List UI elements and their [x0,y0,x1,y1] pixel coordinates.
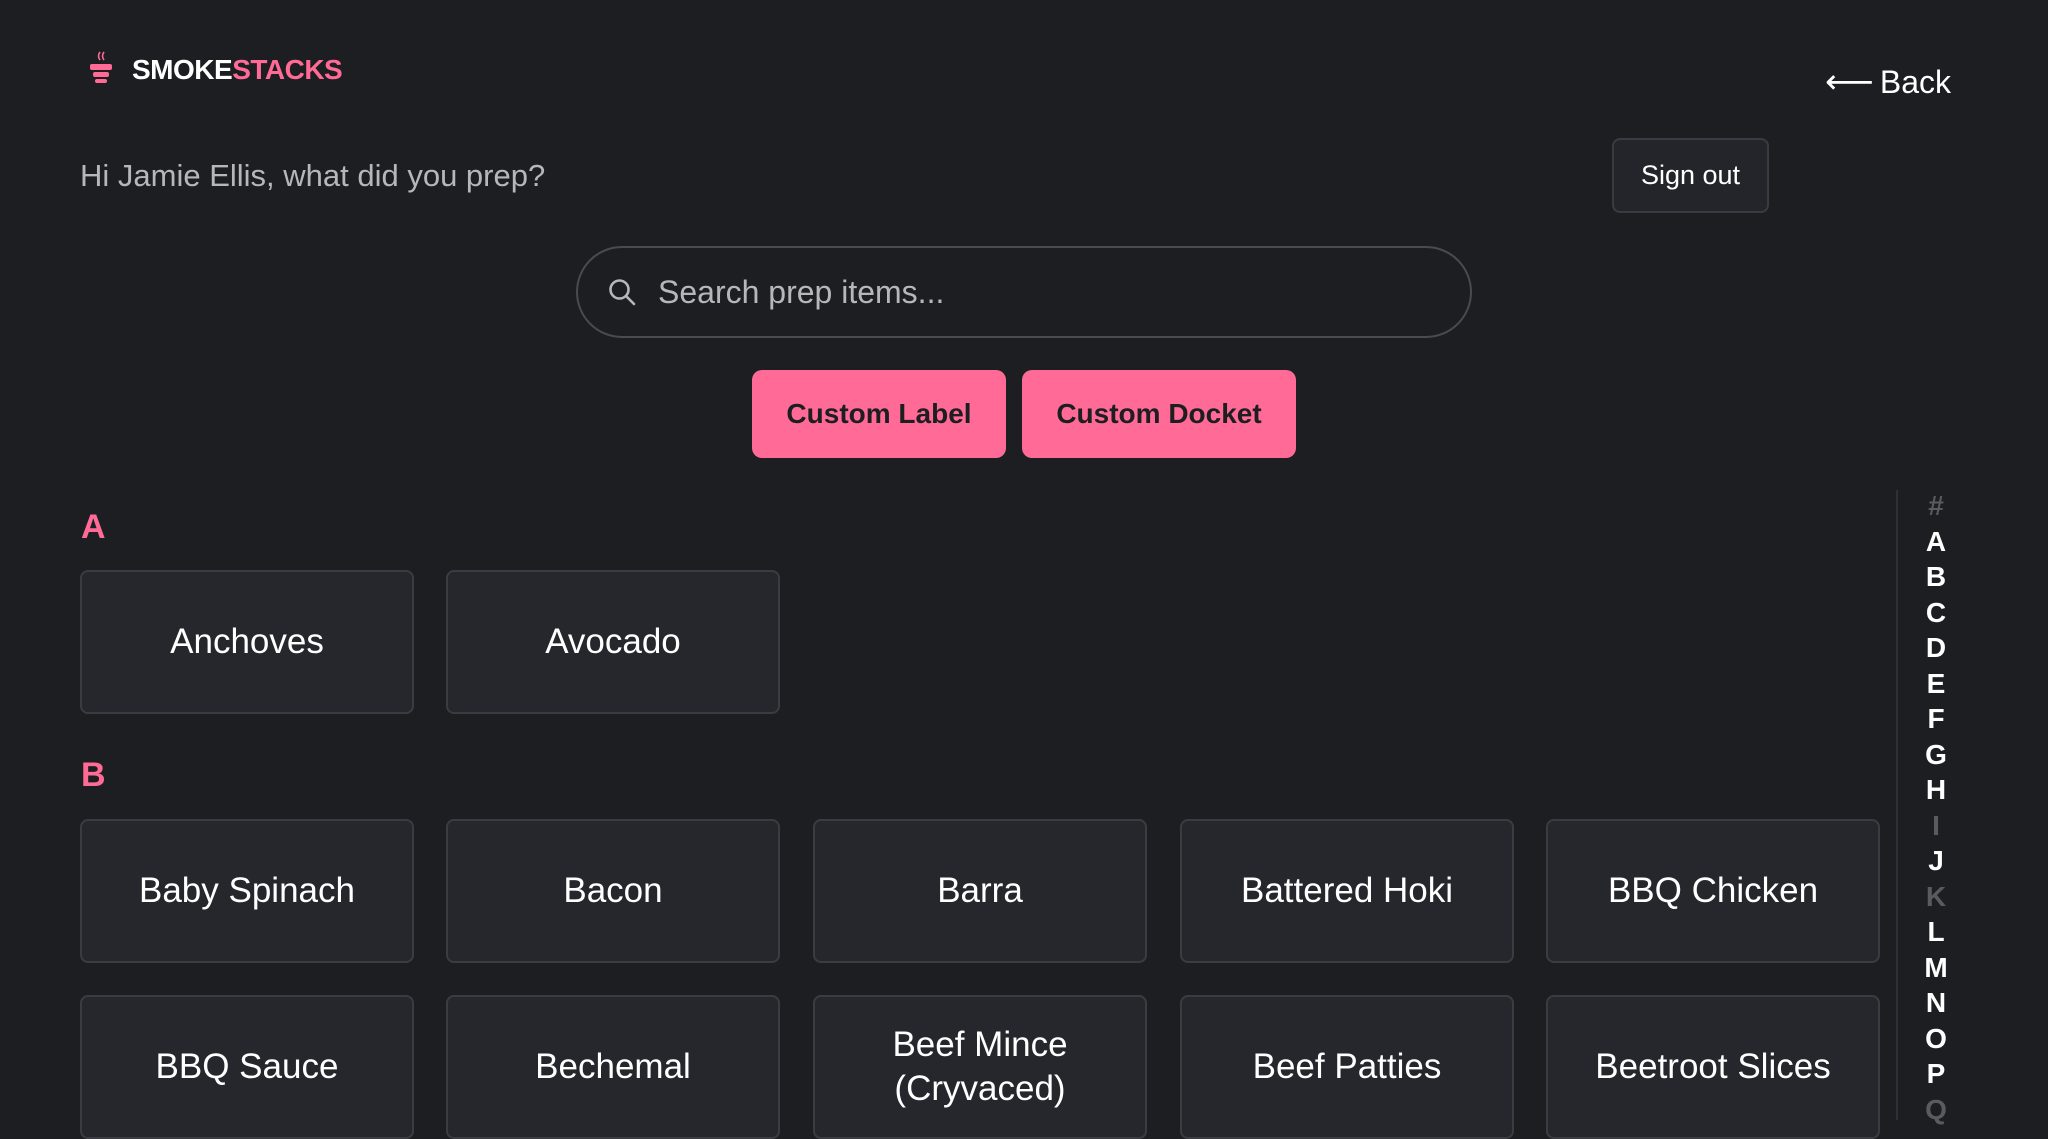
index-letter-g[interactable]: G [1912,739,1960,771]
index-letter-m[interactable]: M [1912,952,1960,984]
index-letter-b[interactable]: B [1912,561,1960,593]
index-letter-o[interactable]: O [1912,1023,1960,1055]
prep-item-card[interactable]: Bacon [446,819,780,963]
index-letter-c[interactable]: C [1912,597,1960,629]
index-letter-l[interactable]: L [1912,916,1960,948]
prep-item-card[interactable]: Beef Patties [1180,995,1514,1139]
prep-item-card[interactable]: Bechemal [446,995,780,1139]
prep-item-card[interactable]: Beef Mince (Cryvaced) [813,995,1147,1139]
search-bar[interactable] [576,246,1472,338]
back-arrow-icon: ⟵ [1825,63,1874,101]
brand-name: SMOKESTACKS [132,54,343,85]
index-divider [1896,490,1898,1120]
prep-item-card[interactable]: Battered Hoki [1180,819,1514,963]
index-letter-k: K [1925,881,1947,912]
back-label: Back [1879,63,1951,100]
search-input[interactable] [656,272,1470,312]
prep-item-card[interactable]: Beetroot Slices [1546,995,1880,1139]
section-heading-a: A [81,508,106,546]
index-letter-p[interactable]: P [1912,1058,1960,1090]
prep-item-card[interactable]: BBQ Chicken [1546,819,1880,963]
prep-item-card[interactable]: Barra [813,819,1147,963]
prep-item-card[interactable]: Avocado [446,570,780,714]
custom-docket-button[interactable]: Custom Docket [1022,370,1296,458]
greeting-text: Hi Jamie Ellis, what did you prep? [80,158,546,193]
brand-logo: SMOKESTACKS [84,50,343,90]
search-icon [609,279,636,306]
index-letter-q: Q [1925,1094,1947,1125]
index-letter-f[interactable]: F [1912,703,1960,735]
index-letter-e[interactable]: E [1912,668,1960,700]
index-letter-a[interactable]: A [1912,526,1960,558]
index-letter-j[interactable]: J [1912,845,1960,877]
index-letter-d[interactable]: D [1912,632,1960,664]
index-letter-hash: # [1928,490,1944,521]
prep-item-card[interactable]: Baby Spinach [80,819,414,963]
index-letter-h[interactable]: H [1912,774,1960,806]
prep-item-card[interactable]: Anchoves [80,570,414,714]
section-heading-b: B [81,756,106,794]
prep-item-card[interactable]: BBQ Sauce [80,995,414,1139]
index-letter-i: I [1932,810,1940,841]
sign-out-button[interactable]: Sign out [1612,138,1769,213]
smoker-icon [90,51,112,83]
back-button[interactable]: ⟵ Back [1825,62,1951,102]
custom-label-button[interactable]: Custom Label [752,370,1006,458]
index-letter-n[interactable]: N [1912,987,1960,1019]
